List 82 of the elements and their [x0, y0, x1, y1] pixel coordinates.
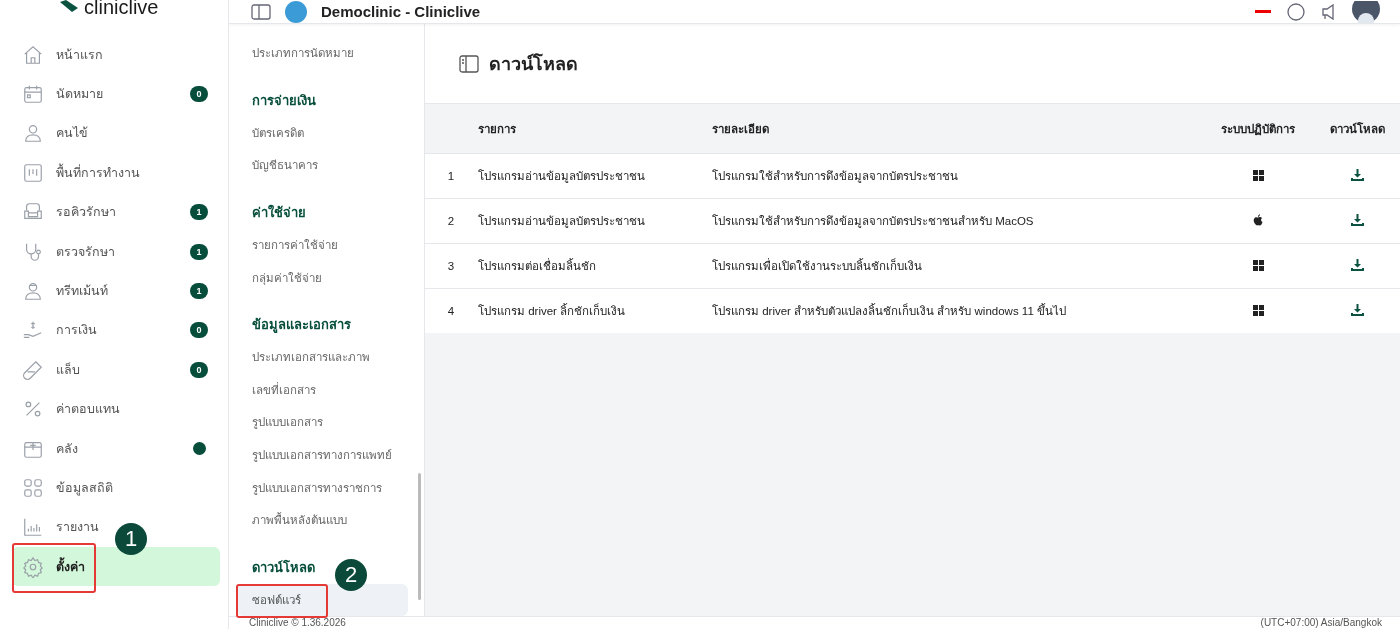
submenu-item[interactable]: ประเภทการนัดหมาย: [237, 37, 408, 70]
section-heading: ค่าใช้จ่าย: [251, 203, 306, 222]
table-cell: โปรแกรมใช้สำหรับการดึงข้อมูลจากบัตรประชาชนสำหรับ MacOS: [711, 198, 1202, 244]
row-number: 4: [425, 288, 477, 333]
table-cell: โปรแกรม driver ลิ้กชักเก็บเงิน: [477, 288, 711, 333]
section-heading: การจ่ายเงิน: [251, 91, 316, 110]
sidebar-item[interactable]: แล็บ: [56, 362, 80, 377]
sidebar-item[interactable]: ตั้งค่า: [56, 559, 85, 574]
nurse-icon: [22, 280, 44, 303]
sidebar-item[interactable]: หน้าแรก: [56, 47, 103, 62]
sidebar-item[interactable]: รายงาน: [56, 520, 99, 535]
submenu-item[interactable]: กลุ่มค่าใช้จ่าย: [237, 261, 408, 294]
column-header: รายละเอียด: [711, 103, 1202, 154]
sidebar-item[interactable]: นัดหมาย: [56, 87, 103, 102]
submenu-item[interactable]: ประเภทเอกสารและภาพ: [237, 340, 408, 374]
clinic-title: Democlinic - Cliniclive: [321, 3, 482, 20]
panel-icon: [459, 54, 479, 73]
scrollbar[interactable]: [418, 473, 421, 600]
person-icon: [22, 122, 44, 145]
logo-icon: [60, 0, 78, 12]
table-cell: โปรแกรม driver สำหรับตัวแปลงลิ้นชักเก็บเงิน สำหรับ windows 11 ขึ้นไป: [711, 288, 1202, 333]
download-icon[interactable]: [1350, 259, 1364, 271]
download-icon[interactable]: [1350, 214, 1364, 226]
submenu-item[interactable]: รูปแบบเอกสารทางการแพทย์: [237, 438, 408, 472]
column-header: ดาวน์โหลด: [1314, 103, 1400, 154]
windows-icon: [1252, 304, 1264, 316]
submenu-item[interactable]: ซอฟต์แวร์: [237, 583, 408, 616]
sidebar-item[interactable]: พื้นที่การทำงาน: [56, 165, 140, 180]
grid-icon: [22, 477, 44, 499]
step-number: 1: [115, 523, 147, 555]
submenu-item[interactable]: รูปแบบเอกสาร: [237, 406, 408, 439]
windows-icon: [1252, 259, 1264, 271]
submenu-item[interactable]: บัญชีธนาคาร: [237, 149, 408, 182]
logo: cliniclive: [84, 0, 159, 14]
count-badge: 1: [190, 204, 208, 221]
count-badge: 1: [190, 243, 208, 260]
sidebar-item[interactable]: รอคิวรักษา: [56, 205, 116, 220]
test-tube-icon: [22, 358, 44, 381]
windows-icon: [1252, 169, 1264, 181]
row-number: 3: [425, 243, 477, 289]
sidebar-item[interactable]: ตรวจรักษา: [56, 244, 115, 259]
table-cell: โปรแกรมอ่านข้อมูลบัตรประชาชน: [477, 153, 711, 199]
sidebar-item[interactable]: การเงิน: [56, 323, 97, 338]
table-cell: โปรแกรมอ่านข้อมูลบัตรประชาชน: [477, 198, 711, 244]
sidebar-item[interactable]: ค่าตอบแทน: [56, 402, 120, 417]
copyright-text: Cliniclive © 1.36.2026: [249, 617, 346, 629]
page-title: ดาวน์โหลด: [489, 52, 578, 76]
column-header: รายการ: [477, 103, 711, 154]
submenu-item[interactable]: บัตรเครดิต: [237, 116, 408, 150]
submenu-item[interactable]: รูปแบบเอกสารทางราชการ: [237, 471, 408, 504]
submenu-item[interactable]: ภาพพื้นหลังต้นแบบ: [237, 503, 408, 537]
count-badge: 0: [190, 361, 208, 378]
section-heading: ข้อมูลและเอกสาร: [251, 315, 351, 335]
timezone-text: (UTC+07:00) Asia/Bangkok: [1260, 617, 1382, 629]
sidebar-item[interactable]: ข้อมูลสถิติ: [56, 481, 113, 495]
table-cell: โปรแกรมใช้สำหรับการดึงข้อมูลจากบัตรประชาชน: [711, 153, 1202, 199]
calendar-icon: [22, 83, 44, 106]
step-number: 2: [335, 559, 367, 591]
clinic-avatar: [285, 0, 307, 23]
download-icon[interactable]: [1350, 304, 1364, 316]
sidebar-item[interactable]: คนไข้: [56, 126, 88, 141]
row-number: 1: [425, 153, 477, 199]
row-number: 2: [425, 198, 477, 244]
submenu-item[interactable]: เลขที่เอกสาร: [237, 373, 408, 407]
bar-chart-icon: [22, 516, 44, 539]
apple-icon: [1253, 214, 1263, 226]
sidebar-item[interactable]: คลัง: [56, 441, 78, 456]
sidebar-item[interactable]: ทรีทเม้นท์: [56, 284, 108, 299]
table-cell: โปรแกรมต่อเชื่อมลิ้นชัก: [477, 243, 711, 289]
count-badge: 0: [190, 86, 208, 103]
table-cell: โปรแกรมเพื่อเปิดใช้งานระบบลิ้นชักเก็บเงิน: [711, 243, 1202, 289]
section-heading: ดาวน์โหลด: [251, 558, 315, 577]
home-icon: [22, 43, 44, 66]
sidebar-toggle-icon[interactable]: [251, 3, 271, 20]
download-icon[interactable]: [1350, 169, 1364, 181]
count-badge: 1: [190, 283, 208, 300]
gear-icon: [22, 555, 44, 578]
submenu-item[interactable]: รายการค่าใช้จ่าย: [237, 228, 408, 262]
workspace-icon: [22, 161, 44, 184]
column-header: ระบบปฏิบัติการ: [1202, 103, 1314, 154]
count-badge: 0: [190, 322, 208, 339]
help-icon[interactable]: [1286, 1, 1306, 22]
